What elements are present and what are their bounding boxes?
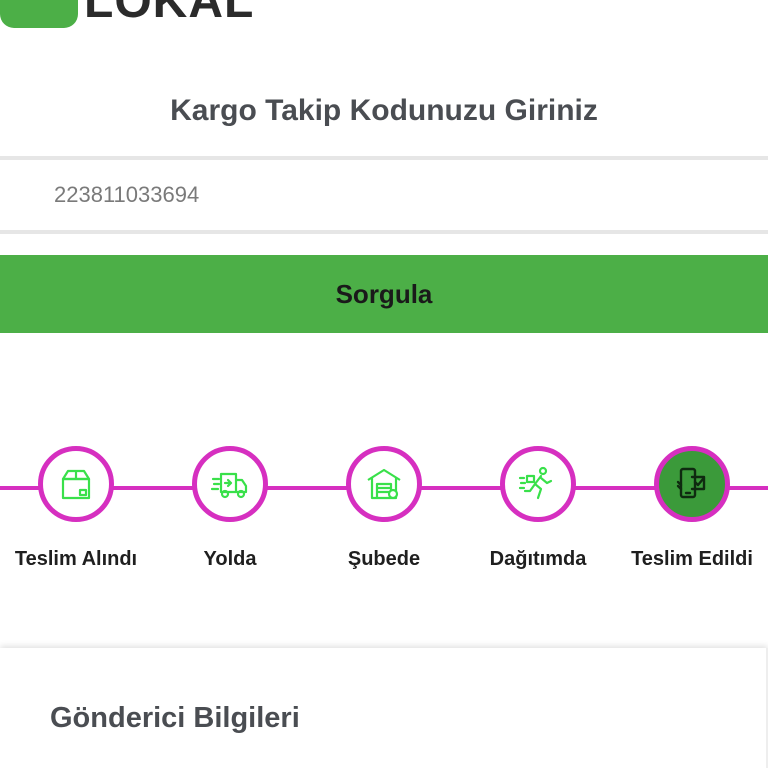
step-out-for-delivery-label: Dağıtımda (489, 548, 587, 570)
step-out-for-delivery-circle (500, 446, 576, 522)
step-at-branch: Şubede (304, 440, 464, 571)
step-in-transit-label: Yolda (203, 548, 257, 570)
logo-text: LOKAL (84, 0, 255, 28)
step-at-branch-label: Şubede (347, 548, 421, 570)
tracking-page: LOKAL Kargo Takip Kodunuzu Giriniz Sorgu… (0, 0, 768, 768)
step-in-transit-circle (192, 446, 268, 522)
page-title: Kargo Takip Kodunuzu Giriniz (170, 94, 598, 127)
step-delivered-circle (654, 446, 730, 522)
tracking-progress: Teslim Alındı Yolda Şubede Dağıtımda Tes… (0, 440, 768, 590)
tracking-code-input[interactable] (0, 156, 768, 234)
step-at-branch-circle (346, 446, 422, 522)
step-received-label: Teslim Alındı (14, 548, 138, 570)
delivery-truck-icon (210, 472, 248, 499)
brand-logo[interactable]: LOKAL (0, 0, 254, 28)
step-received-circle (38, 446, 114, 522)
phone-delivered-icon (676, 467, 706, 499)
query-button[interactable]: Sorgula (0, 255, 768, 333)
sender-info-card: Gönderici Bilgileri (0, 648, 768, 768)
step-delivered-label: Teslim Edildi (631, 548, 753, 570)
step-delivered: Teslim Edildi (612, 440, 768, 571)
step-out-for-delivery: Dağıtımda (458, 440, 618, 571)
step-received: Teslim Alındı (0, 440, 156, 571)
sender-info-title: Gönderici Bilgileri (50, 702, 300, 734)
warehouse-icon (367, 468, 401, 500)
package-box-icon (61, 469, 91, 500)
running-courier-icon (518, 466, 553, 500)
step-in-transit: Yolda (150, 440, 310, 571)
logo-mark-icon (0, 0, 78, 28)
